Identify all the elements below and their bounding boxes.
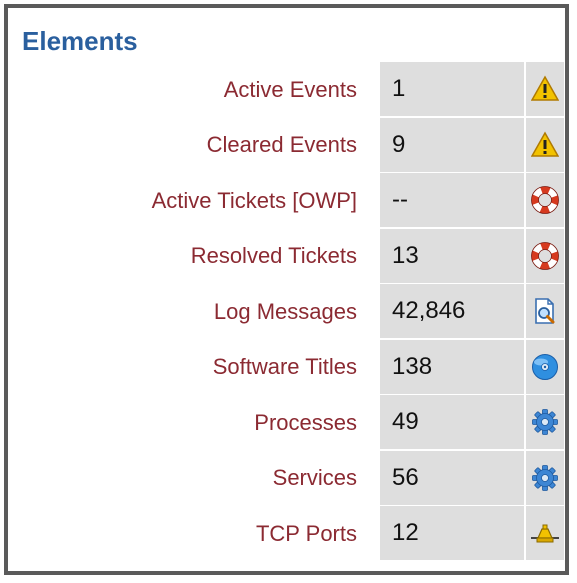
network-port-icon[interactable] [526,506,564,560]
log-messages-link[interactable]: Log Messages [214,284,357,340]
row-cleared-events: Cleared Events 9 [8,117,565,174]
row-processes: Processes 49 [8,395,565,451]
gear-icon[interactable] [526,395,564,449]
processes-link[interactable]: Processes [254,395,357,451]
row-resolved-tickets: Resolved Tickets 13 [8,228,565,285]
cleared-events-value: 9 [380,117,524,172]
lifebuoy-icon[interactable] [526,228,564,283]
cleared-events-link[interactable]: Cleared Events [207,118,357,174]
log-messages-value: 42,846 [380,284,524,338]
active-events-link[interactable]: Active Events [224,62,357,118]
warning-icon[interactable] [526,62,564,116]
row-tcp-ports: TCP Ports 12 [8,506,565,562]
row-services: Services 56 [8,450,565,507]
processes-value: 49 [380,395,524,449]
row-active-events: Active Events 1 [8,62,565,118]
document-search-icon[interactable] [526,284,564,338]
tcp-ports-value: 12 [380,506,524,560]
row-active-tickets: Active Tickets [OWP] -- [8,173,565,229]
resolved-tickets-link[interactable]: Resolved Tickets [191,229,357,285]
services-value: 56 [380,450,524,505]
elements-panel: Elements Active Events 1 Cleared Events … [4,4,569,575]
active-tickets-value: -- [380,173,524,227]
active-tickets-link[interactable]: Active Tickets [OWP] [152,173,357,229]
lifebuoy-icon[interactable] [526,173,564,227]
row-log-messages: Log Messages 42,846 [8,284,565,340]
active-events-value: 1 [380,62,524,116]
software-titles-value: 138 [380,339,524,394]
software-titles-link[interactable]: Software Titles [213,340,357,396]
elements-list: Active Events 1 Cleared Events 9 Active … [8,62,565,562]
row-software-titles: Software Titles 138 [8,339,565,396]
warning-icon[interactable] [526,117,564,172]
disc-icon[interactable] [526,339,564,394]
services-link[interactable]: Services [273,451,357,507]
tcp-ports-link[interactable]: TCP Ports [256,506,357,562]
resolved-tickets-value: 13 [380,228,524,283]
gear-icon[interactable] [526,450,564,505]
panel-title: Elements [22,26,138,56]
